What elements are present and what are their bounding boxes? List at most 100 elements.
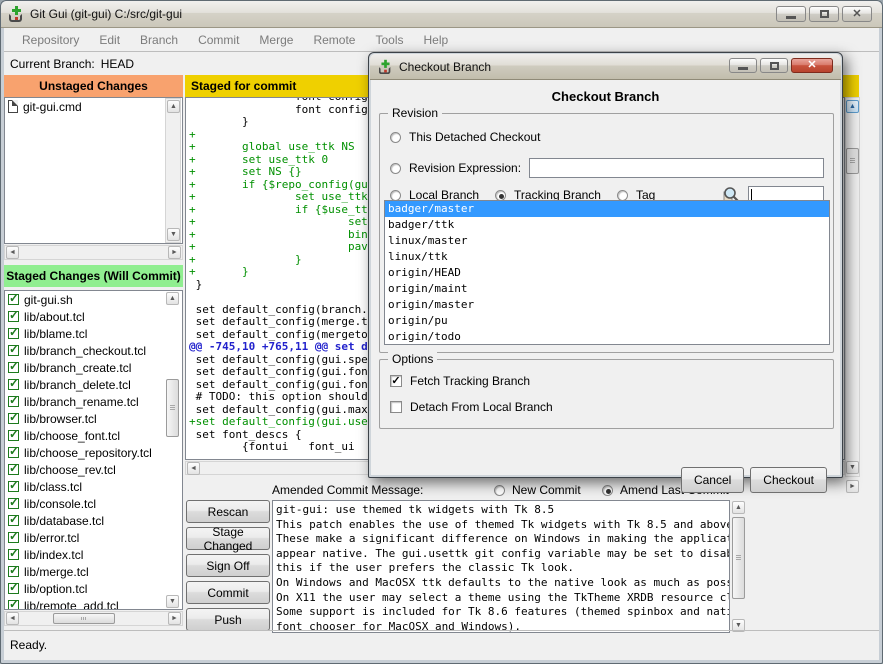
- action-button[interactable]: Sign Off: [186, 554, 270, 577]
- dialog-minimize-button[interactable]: [729, 58, 757, 73]
- commit-message-box[interactable]: git-gui: use themed tk widgets with Tk 8…: [272, 500, 730, 633]
- local-branch-radio[interactable]: [390, 190, 401, 201]
- dialog-titlebar[interactable]: Checkout Branch ✕: [370, 54, 841, 80]
- menu-item[interactable]: Remote: [303, 30, 365, 50]
- dialog-close-button[interactable]: ✕: [791, 58, 833, 73]
- scroll-down-icon[interactable]: ▼: [167, 228, 180, 241]
- amend-last-commit-radio[interactable]: [602, 485, 613, 496]
- staged-check-icon[interactable]: [8, 345, 19, 356]
- diff-vscroll-thumb[interactable]: [846, 148, 859, 174]
- revision-expression-input[interactable]: [529, 158, 824, 178]
- staged-check-icon[interactable]: [8, 481, 19, 492]
- staged-file-row[interactable]: lib/branch_checkout.tcl: [5, 342, 182, 359]
- staged-check-icon[interactable]: [8, 583, 19, 594]
- close-button[interactable]: ✕: [842, 6, 872, 22]
- staged-file-row[interactable]: lib/merge.tcl: [5, 563, 182, 580]
- staged-check-icon[interactable]: [8, 362, 19, 373]
- unstaged-vscrollbar[interactable]: ▲ ▼: [165, 98, 181, 243]
- action-button[interactable]: Commit: [186, 581, 270, 604]
- staged-check-icon[interactable]: [8, 379, 19, 390]
- staged-check-icon[interactable]: [8, 464, 19, 475]
- fetch-tracking-checkbox[interactable]: ✓: [390, 375, 402, 387]
- new-commit-radio[interactable]: [494, 485, 505, 496]
- staged-hscroll-thumb[interactable]: [53, 613, 115, 624]
- staged-hscrollbar[interactable]: ◄ ►: [4, 611, 183, 626]
- branch-list-item[interactable]: origin/master: [385, 297, 829, 313]
- detached-checkout-radio[interactable]: [390, 132, 401, 143]
- staged-check-icon[interactable]: [8, 515, 19, 526]
- staged-file-row[interactable]: lib/about.tcl: [5, 308, 182, 325]
- revision-expression-radio[interactable]: [390, 163, 401, 174]
- branch-list-item[interactable]: linux/ttk: [385, 249, 829, 265]
- action-button[interactable]: Rescan: [186, 500, 270, 523]
- menu-item[interactable]: Branch: [130, 30, 188, 50]
- file-icon[interactable]: [8, 100, 18, 113]
- staged-file-row[interactable]: lib/branch_delete.tcl: [5, 376, 182, 393]
- unstaged-changes-header[interactable]: Unstaged Changes: [4, 75, 183, 97]
- action-button[interactable]: Push: [186, 608, 270, 631]
- commit-vscroll-thumb[interactable]: [732, 517, 745, 599]
- staged-file-row[interactable]: lib/console.tcl: [5, 495, 182, 512]
- staged-file-row[interactable]: lib/error.tcl: [5, 529, 182, 546]
- staged-check-icon[interactable]: [8, 447, 19, 458]
- staged-check-icon[interactable]: [8, 328, 19, 339]
- diff-vscrollbar[interactable]: ▲ ▼: [845, 97, 860, 477]
- menu-item[interactable]: Edit: [89, 30, 130, 50]
- checkout-button[interactable]: Checkout: [750, 467, 827, 493]
- tracking-branch-radio[interactable]: [495, 190, 506, 201]
- branch-list-item[interactable]: origin/maint: [385, 281, 829, 297]
- detach-local-checkbox[interactable]: [390, 401, 402, 413]
- menu-item[interactable]: Help: [413, 30, 458, 50]
- menu-item[interactable]: Commit: [188, 30, 249, 50]
- staged-changes-header[interactable]: Staged Changes (Will Commit): [4, 265, 183, 287]
- scroll-right-icon[interactable]: ►: [168, 246, 181, 259]
- staged-check-icon[interactable]: [8, 413, 19, 424]
- staged-file-row[interactable]: lib/choose_repository.tcl: [5, 444, 182, 461]
- branch-list-item[interactable]: origin/todo: [385, 329, 829, 345]
- tag-radio[interactable]: [617, 190, 628, 201]
- staged-vscrollbar[interactable]: ▲ ▼: [165, 291, 181, 609]
- staged-file-row[interactable]: lib/branch_rename.tcl: [5, 393, 182, 410]
- scroll-up-icon[interactable]: ▲: [732, 501, 745, 514]
- staged-file-row[interactable]: lib/choose_rev.tcl: [5, 461, 182, 478]
- staged-check-icon[interactable]: [8, 549, 19, 560]
- staged-check-icon[interactable]: [8, 396, 19, 407]
- scroll-up-icon[interactable]: ▲: [167, 100, 180, 113]
- dialog-maximize-button[interactable]: [760, 58, 788, 73]
- branch-list-item[interactable]: badger/ttk: [385, 217, 829, 233]
- staged-check-icon[interactable]: [8, 566, 19, 577]
- staged-check-icon[interactable]: [8, 430, 19, 441]
- action-button[interactable]: Stage Changed: [186, 527, 270, 550]
- minimize-button[interactable]: [776, 6, 806, 22]
- staged-file-row[interactable]: lib/index.tcl: [5, 546, 182, 563]
- main-titlebar[interactable]: Git Gui (git-gui) C:/src/git-gui ✕: [1, 1, 882, 28]
- unstaged-file-row[interactable]: git-gui.cmd: [5, 98, 182, 115]
- staged-check-icon[interactable]: [8, 600, 19, 610]
- staged-file-row[interactable]: lib/class.tcl: [5, 478, 182, 495]
- staged-file-row[interactable]: lib/blame.tcl: [5, 325, 182, 342]
- menu-item[interactable]: Merge: [249, 30, 303, 50]
- scroll-down-icon[interactable]: ▼: [166, 595, 179, 608]
- menu-item[interactable]: Tools: [365, 30, 413, 50]
- unstaged-hscrollbar[interactable]: ◄ ►: [4, 245, 183, 260]
- staged-vscroll-thumb[interactable]: [166, 379, 179, 437]
- branch-list-item[interactable]: origin/pu: [385, 313, 829, 329]
- branch-list-item[interactable]: badger/master: [385, 201, 829, 217]
- staged-file-row[interactable]: lib/choose_font.tcl: [5, 427, 182, 444]
- branch-list-item[interactable]: origin/HEAD: [385, 265, 829, 281]
- scroll-left-icon[interactable]: ◄: [6, 246, 19, 259]
- maximize-button[interactable]: [809, 6, 839, 22]
- staged-file-row[interactable]: lib/option.tcl: [5, 580, 182, 597]
- staged-file-row[interactable]: lib/branch_create.tcl: [5, 359, 182, 376]
- scroll-left-icon[interactable]: ◄: [6, 612, 19, 625]
- staged-file-row[interactable]: lib/database.tcl: [5, 512, 182, 529]
- staged-file-row[interactable]: git-gui.sh: [5, 291, 182, 308]
- branch-list-item[interactable]: linux/master: [385, 233, 829, 249]
- commit-vscrollbar[interactable]: ▲ ▼: [731, 500, 747, 633]
- staged-check-icon[interactable]: [8, 498, 19, 509]
- cancel-button[interactable]: Cancel: [681, 467, 744, 493]
- scroll-left-icon[interactable]: ◄: [187, 462, 200, 475]
- scroll-down-icon[interactable]: ▼: [846, 461, 859, 474]
- staged-check-icon[interactable]: [8, 311, 19, 322]
- scroll-up-icon[interactable]: ▲: [166, 292, 179, 305]
